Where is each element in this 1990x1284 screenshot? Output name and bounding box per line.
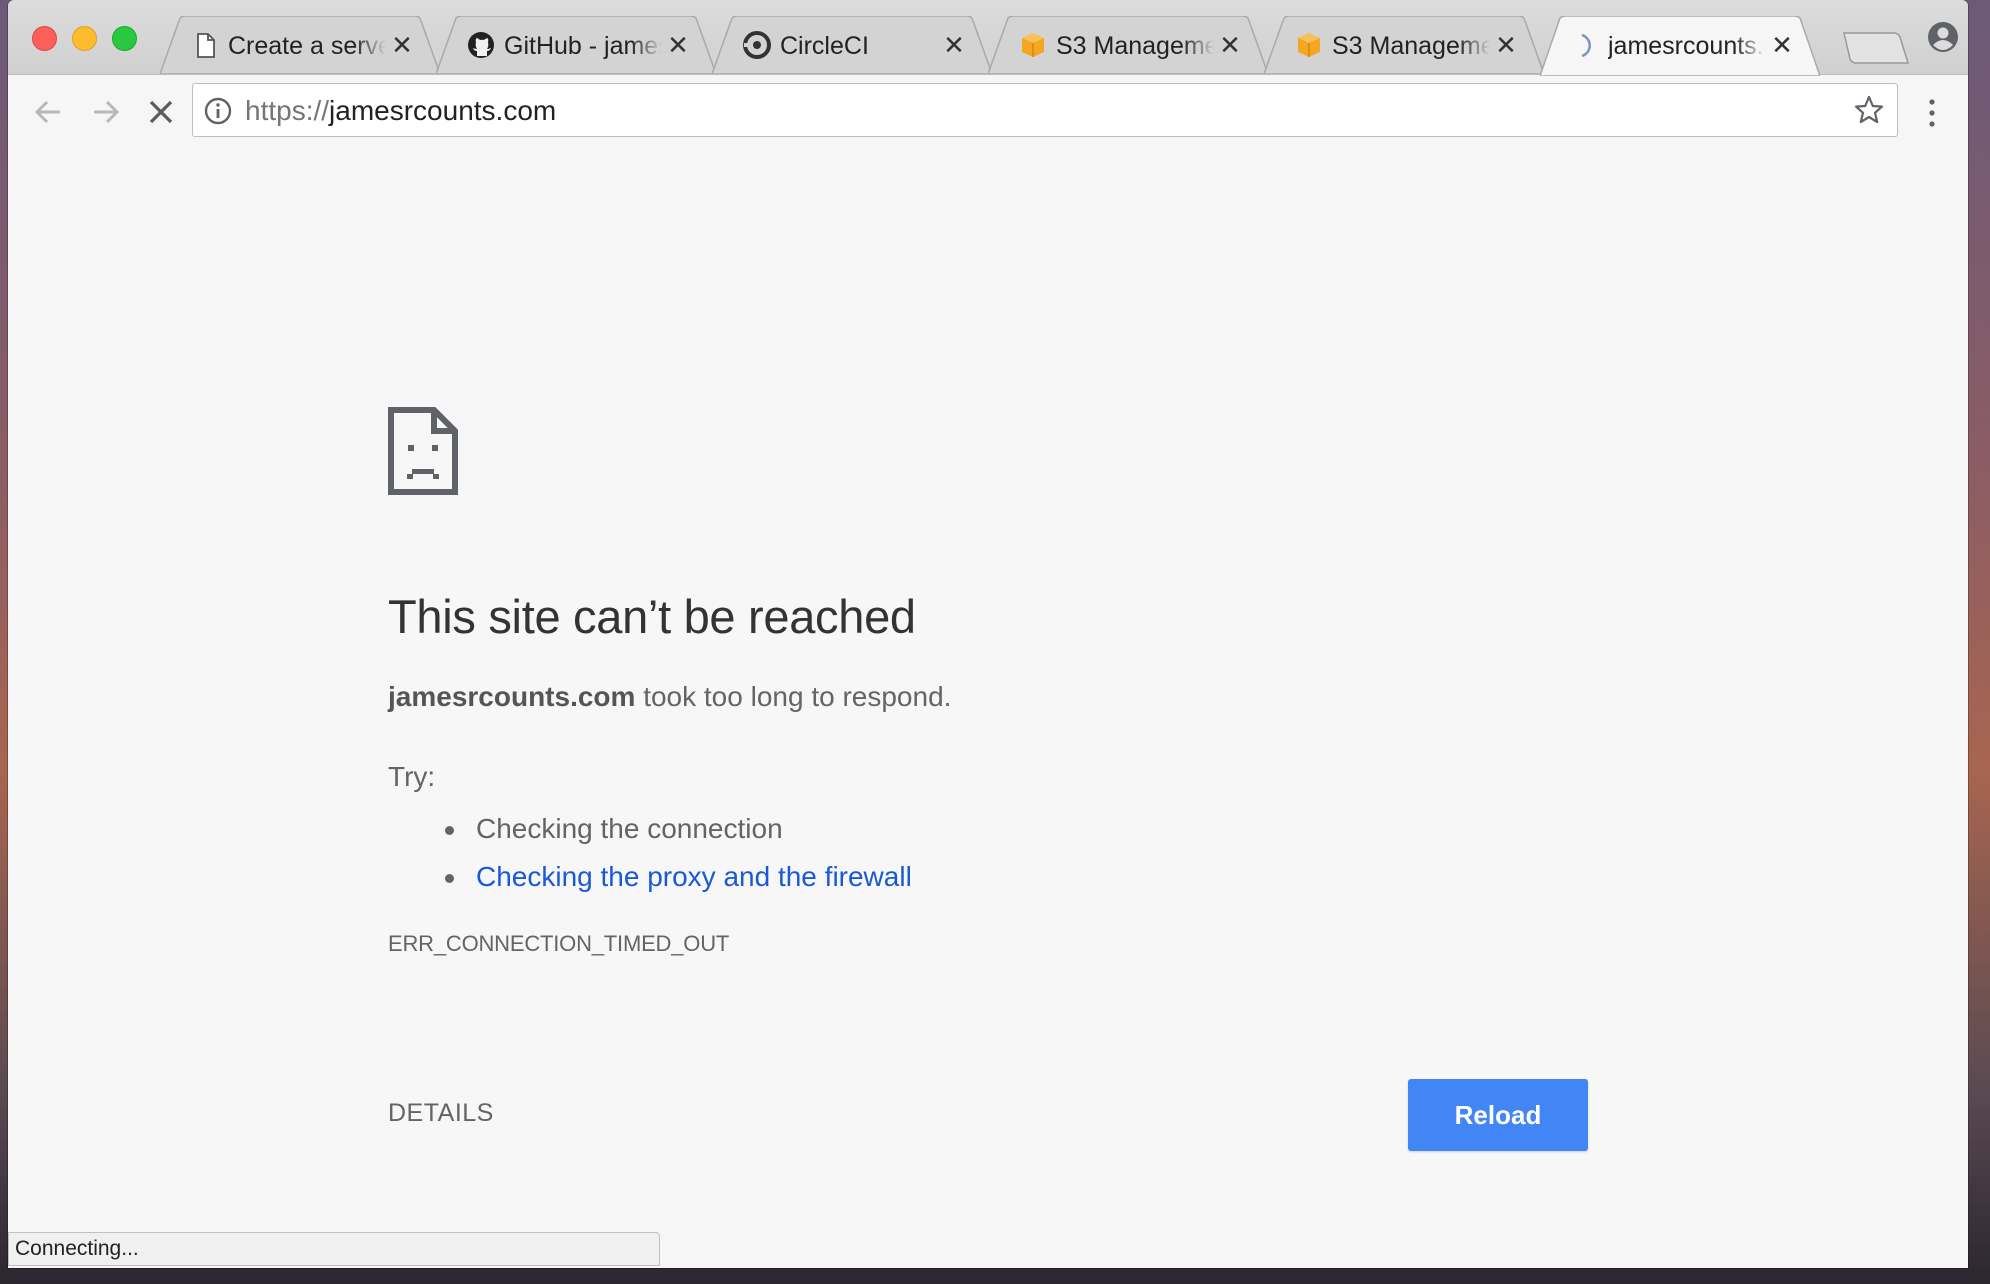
- profile-icon[interactable]: [1926, 20, 1960, 54]
- github-icon: [466, 30, 496, 60]
- address-bar[interactable]: https://jamesrcounts.com: [192, 83, 1898, 137]
- tab-circleci[interactable]: CircleCI ✕: [712, 16, 992, 74]
- forward-button[interactable]: [86, 93, 124, 131]
- status-bubble: Connecting...: [8, 1232, 660, 1266]
- try-label: Try:: [388, 761, 436, 792]
- back-button[interactable]: [30, 93, 68, 131]
- tab-title: jamesrcounts.com: [1608, 32, 1766, 60]
- tab-title: S3 Management: [1056, 32, 1214, 60]
- tab-s3-management-2[interactable]: S3 Management ✕: [1264, 16, 1544, 74]
- window-zoom-button[interactable]: [112, 26, 137, 51]
- document-icon: [190, 30, 220, 60]
- circleci-icon: [742, 30, 772, 60]
- error-message: jamesrcounts.com took too long to respon…: [388, 681, 951, 713]
- error-title: This site can’t be reached: [388, 590, 916, 643]
- tab-title: CircleCI: [780, 32, 869, 60]
- tab-github[interactable]: GitHub - james ✕: [436, 16, 716, 74]
- browser-window: Create a server ✕ GitHub - james ✕ Circl…: [8, 0, 1968, 1268]
- url-host: jamesrcounts.com: [329, 95, 557, 126]
- error-page: This site can’t be reached jamesrcounts.…: [8, 149, 1968, 1268]
- error-message-text: took too long to respond.: [635, 681, 952, 712]
- aws-cube-icon: [1018, 30, 1048, 60]
- error-code: ERR_CONNECTION_TIMED_OUT: [388, 931, 730, 956]
- loading-spinner-icon: [1570, 30, 1600, 60]
- info-icon[interactable]: [203, 96, 233, 126]
- close-icon[interactable]: ✕: [390, 32, 414, 58]
- tab-title: GitHub - james: [504, 32, 662, 60]
- tab-s3-management-1[interactable]: S3 Management ✕: [988, 16, 1268, 74]
- url-text: https://jamesrcounts.com: [245, 95, 556, 127]
- error-host: jamesrcounts.com: [388, 681, 636, 712]
- details-button[interactable]: DETAILS: [388, 1099, 494, 1128]
- suggestion-check-proxy-link[interactable]: Checking the proxy and the firewall: [388, 853, 912, 901]
- close-icon[interactable]: ✕: [942, 32, 966, 58]
- window-minimize-button[interactable]: [72, 26, 97, 51]
- tab-title: Create a server: [228, 32, 386, 60]
- tab-jamesrcounts-active[interactable]: jamesrcounts.com ✕: [1540, 16, 1820, 76]
- close-icon[interactable]: ✕: [1218, 32, 1242, 58]
- sad-document-icon: [388, 407, 458, 495]
- bookmark-star-icon[interactable]: [1853, 94, 1885, 126]
- tab-title: S3 Management: [1332, 32, 1490, 60]
- toolbar: https://jamesrcounts.com: [8, 74, 1968, 150]
- reload-button[interactable]: Reload: [1408, 1079, 1588, 1151]
- close-icon[interactable]: ✕: [1494, 32, 1518, 58]
- stop-loading-button[interactable]: [142, 93, 180, 131]
- close-icon[interactable]: ✕: [666, 32, 690, 58]
- new-tab-button[interactable]: [1842, 30, 1910, 66]
- close-icon[interactable]: ✕: [1770, 32, 1794, 58]
- window-close-button[interactable]: [32, 26, 57, 51]
- suggestion-check-connection: Checking the connection: [388, 805, 912, 853]
- menu-icon[interactable]: [1922, 93, 1942, 133]
- url-scheme: https://: [245, 95, 330, 126]
- tab-strip: Create a server ✕ GitHub - james ✕ Circl…: [8, 0, 1968, 76]
- suggestions-list: Checking the connection Checking the pro…: [388, 805, 912, 901]
- aws-cube-icon: [1294, 30, 1324, 60]
- tab-create-server[interactable]: Create a server ✕: [160, 16, 440, 74]
